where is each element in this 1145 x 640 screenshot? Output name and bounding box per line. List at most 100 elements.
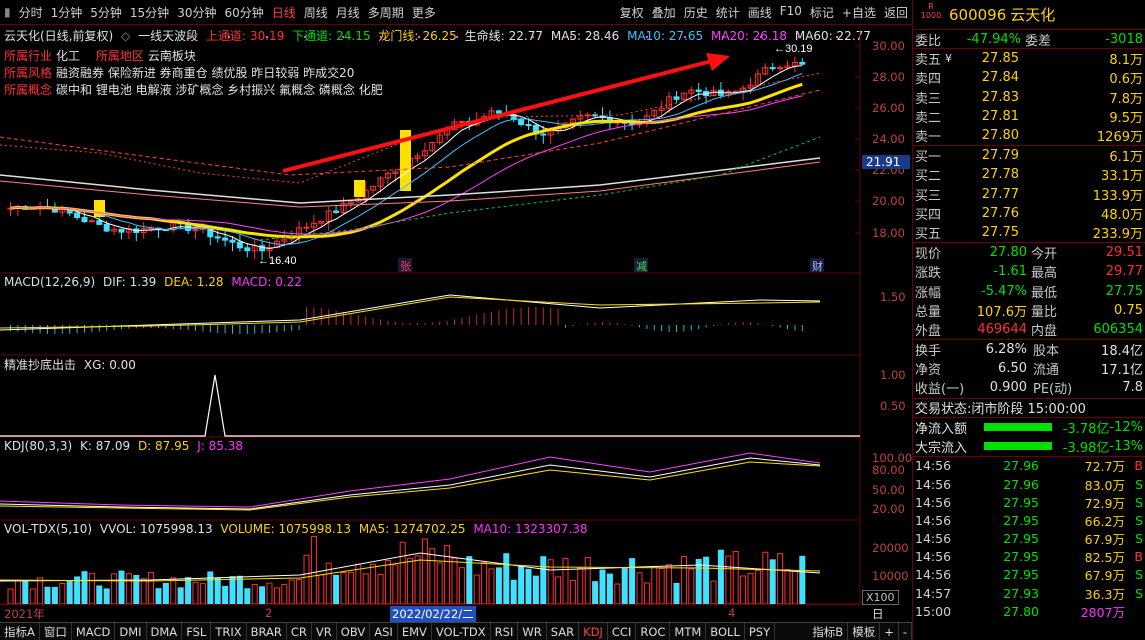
vol-bar (429, 548, 436, 605)
kdj-tick: 80.00 (872, 463, 905, 477)
candle-body (229, 239, 236, 243)
vol-bar (488, 568, 495, 605)
toolbar-action-1[interactable]: 叠加 (648, 4, 680, 21)
bid-row[interactable]: 买五 27.75 233.9万 (913, 223, 1145, 242)
stock-name[interactable]: 云天化 (1010, 4, 1055, 25)
tick-volume: 72.7万 (1084, 459, 1125, 475)
stock-code[interactable]: 600096 (949, 6, 1006, 24)
stat-label: 内盘 (1031, 323, 1058, 339)
top-marker (608, 36, 610, 38)
toolbar-action-0[interactable]: 复权 (616, 4, 648, 21)
macd-tick: 1.50 (880, 290, 906, 304)
kline-chart-area[interactable]: ←30.19 ←16.40 张 减 财 (0, 25, 912, 605)
vol-bar (784, 569, 791, 605)
candle-body (192, 229, 199, 232)
vol-bar (155, 588, 162, 605)
tick-list[interactable]: 14:56 27.96 72.7万 B 14:56 27.96 83.0万 S 14:56 27.… (913, 457, 1145, 621)
kdj-d-line (0, 461, 821, 511)
candle-body (333, 210, 340, 213)
toolbar-tab-6[interactable]: 日线 (268, 4, 300, 21)
indicator-tab-16[interactable]: SAR (547, 622, 580, 640)
ask-row[interactable]: 卖五 ¥27.85 8.1万 (913, 49, 1145, 68)
indicator-tab-10[interactable]: OBV (337, 622, 371, 640)
indicator-tab-22[interactable]: PSY (745, 622, 776, 640)
weicha-value: -3018 (1105, 31, 1143, 47)
indicator-tab-2[interactable]: MACD (72, 622, 116, 640)
bid-row[interactable]: 买三 27.77 133.9万 (913, 185, 1145, 204)
indicator-tab-14[interactable]: RSI (491, 622, 519, 640)
tick-row: 14:56 27.95 72.9万 S (913, 493, 1145, 511)
indicator-tab-21[interactable]: BOLL (706, 622, 745, 640)
indicator-tab-15[interactable]: WR (518, 622, 547, 640)
candle-body (777, 67, 784, 70)
toolbar-action-7[interactable]: +自选 (838, 4, 880, 21)
indicator-tab-6[interactable]: TRIX (211, 622, 247, 640)
tick-price: 27.96 (1003, 458, 1039, 474)
toolbar-tab-4[interactable]: 30分钟 (173, 4, 220, 21)
toolbar-action-4[interactable]: 画线 (744, 4, 776, 21)
indicator-tab-11[interactable]: ASI (370, 622, 398, 640)
indicator-tab-13[interactable]: VOL-TDX (432, 622, 491, 640)
candle-body (74, 212, 81, 218)
bid-row[interactable]: 买四 27.76 48.0万 (913, 204, 1145, 223)
bottom-action-1[interactable]: 模板 (848, 622, 881, 640)
vol-bar (725, 555, 732, 605)
ask-label: 卖二 (915, 110, 942, 126)
indicator-tab-7[interactable]: BRAR (247, 622, 287, 640)
indicator-tab-3[interactable]: DMI (115, 622, 147, 640)
vol-bar (503, 553, 510, 605)
toolbar-tab-3[interactable]: 15分钟 (126, 4, 173, 21)
vol-bar (740, 575, 747, 605)
vol-bar (185, 577, 192, 605)
indicator-tab-9[interactable]: VR (312, 622, 337, 640)
vol-tick: 10000 (872, 569, 909, 583)
indicator-tab-0[interactable]: 指标A (0, 622, 40, 640)
toolbar-tab-5[interactable]: 60分钟 (220, 4, 267, 21)
toolbar-tab-8[interactable]: 月线 (332, 4, 364, 21)
indicator-tab-18[interactable]: CCI (608, 622, 637, 640)
fund-flows: 净流入额 -3.78亿 -12% 大宗流入 -3.98亿 -13% (913, 418, 1145, 457)
tick-volume: 66.2万 (1084, 513, 1125, 529)
ask-row[interactable]: 卖三 27.83 7.8万 (913, 88, 1145, 107)
bid-row[interactable]: 买二 27.78 33.1万 (913, 165, 1145, 184)
ask-row[interactable]: 卖一 27.80 1269万 (913, 126, 1145, 145)
toolbar-action-6[interactable]: 标记 (806, 4, 838, 21)
toolbar-tab-1[interactable]: 1分钟 (47, 4, 87, 21)
indicator-tab-20[interactable]: MTM (670, 622, 707, 640)
price-tick: 30.00 (872, 39, 905, 53)
ask-row[interactable]: 卖二 27.81 9.5万 (913, 107, 1145, 126)
indicator-tab-17[interactable]: KDJ (579, 622, 608, 640)
indicator-tab-5[interactable]: FSL (182, 622, 212, 640)
indicator-tab-19[interactable]: ROC (636, 622, 671, 640)
menu-icon[interactable]: ▮ (0, 5, 15, 19)
vol-bar (599, 569, 606, 605)
toolbar-action-2[interactable]: 历史 (680, 4, 712, 21)
toolbar-action-5[interactable]: F10 (776, 4, 806, 21)
bid-row[interactable]: 买一 27.79 6.1万 (913, 146, 1145, 165)
vol-bar (466, 556, 473, 605)
stat-value: 29.51 (1105, 245, 1143, 261)
indicator-tab-4[interactable]: DMA (147, 622, 183, 640)
indicator-tab-1[interactable]: 窗口 (40, 622, 72, 640)
toolbar-tab-0[interactable]: 分时 (15, 4, 47, 21)
toolbar-tab-9[interactable]: 多周期 (364, 4, 408, 21)
vol-bar (629, 558, 636, 605)
bottom-action-3[interactable]: - (899, 622, 912, 640)
toolbar-tab-10[interactable]: 更多 (408, 4, 440, 21)
bottom-action-2[interactable]: + (880, 622, 899, 640)
vol-bar (769, 559, 776, 605)
bid-label: 买五 (915, 226, 942, 242)
candle-body (769, 67, 776, 70)
indicator-tab-8[interactable]: CR (287, 622, 312, 640)
vol-bar (37, 577, 44, 605)
toolbar-tab-7[interactable]: 周线 (300, 4, 332, 21)
jzcd-tick: 1.00 (880, 368, 906, 382)
indicator-tab-12[interactable]: EMV (398, 622, 432, 640)
bottom-action-0[interactable]: 指标B (808, 622, 849, 640)
toolbar-action-8[interactable]: 返回 (880, 4, 912, 21)
bid-price: 27.79 (981, 148, 1019, 164)
vol-bar (569, 579, 576, 605)
toolbar-action-3[interactable]: 统计 (712, 4, 744, 21)
toolbar-tab-2[interactable]: 5分钟 (86, 4, 126, 21)
ask-row[interactable]: 卖四 27.84 0.6万 (913, 68, 1145, 87)
